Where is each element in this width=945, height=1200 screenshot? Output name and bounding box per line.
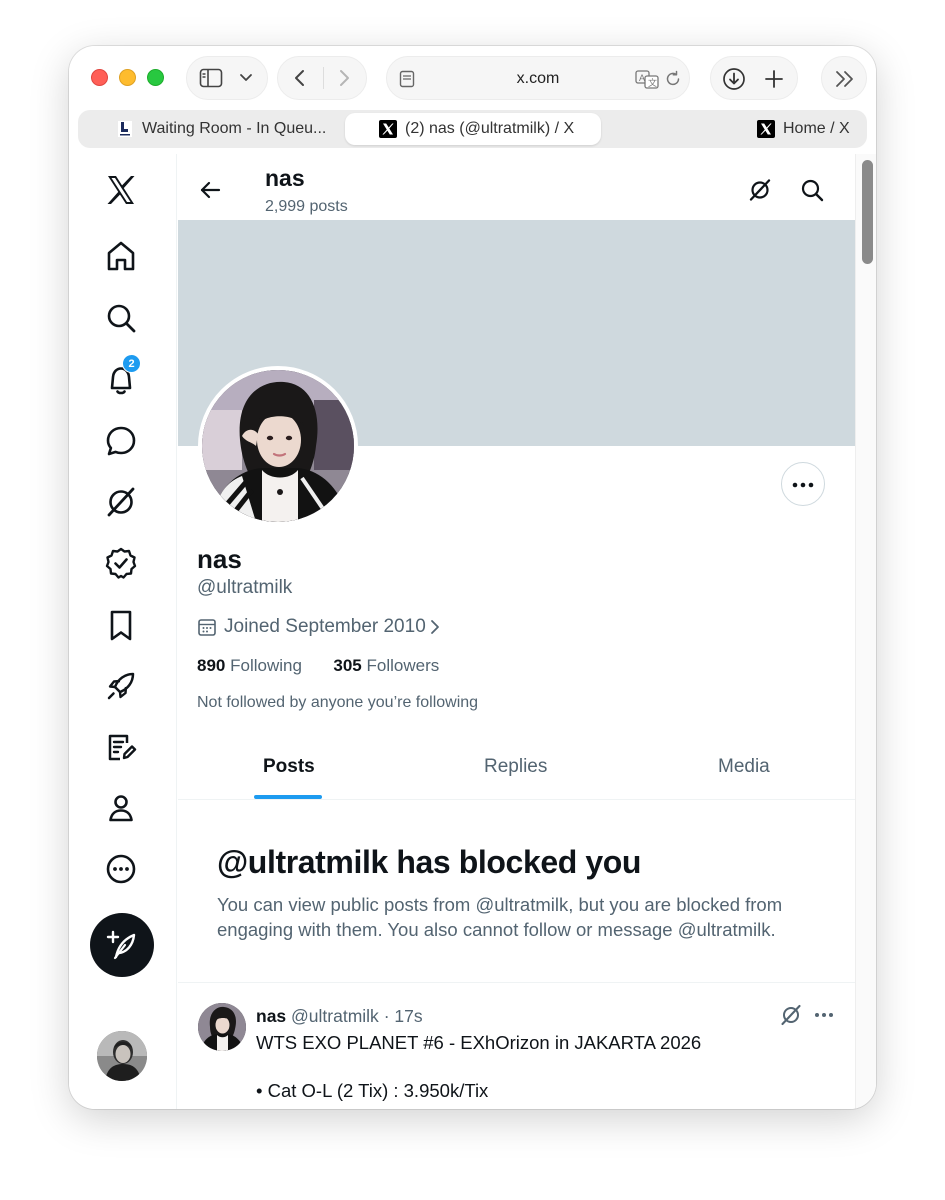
- rocket-icon[interactable]: [103, 668, 139, 704]
- tab-label: (2) nas (@ultratmilk) / X: [405, 120, 575, 137]
- account-avatar[interactable]: [97, 1031, 147, 1081]
- x-favicon-icon: [379, 120, 397, 138]
- section-divider: [178, 982, 855, 983]
- tweet-separator: ·: [383, 1006, 390, 1026]
- tab-replies[interactable]: Replies: [484, 756, 547, 778]
- address-bar[interactable]: x.com A 文: [386, 56, 690, 100]
- following-count: 890: [197, 656, 226, 675]
- translate-icon[interactable]: A 文: [635, 69, 659, 89]
- svg-text:文: 文: [648, 77, 657, 89]
- tweet-author-handle[interactable]: @ultratmilk: [291, 1006, 379, 1026]
- blocked-message: You can view public posts from @ultratmi…: [217, 894, 783, 940]
- profile-more-button[interactable]: [781, 462, 825, 506]
- tab-media[interactable]: Media: [718, 756, 770, 778]
- nav-divider: [323, 67, 324, 89]
- bookmarks-icon[interactable]: [103, 607, 139, 643]
- more-dots-icon: [792, 482, 814, 488]
- zoom-window-button[interactable]: [147, 69, 164, 86]
- tweet-avatar-image: [198, 1003, 246, 1051]
- more-dots-icon[interactable]: [812, 1003, 836, 1027]
- calendar-icon: [198, 619, 216, 636]
- blocked-title: @ultratmilk has blocked you: [217, 844, 642, 880]
- home-icon[interactable]: [103, 238, 139, 274]
- back-arrow-icon[interactable]: [198, 178, 222, 202]
- reload-icon[interactable]: [664, 70, 682, 88]
- scrollbar-thumb[interactable]: [862, 160, 873, 264]
- compose-post-button[interactable]: [90, 913, 154, 977]
- tweet-text-line: WTS EXO PLANET #6 - EXhOrizon in JAKARTA…: [256, 1032, 702, 1053]
- svg-text:A: A: [639, 73, 645, 83]
- minimize-window-button[interactable]: [119, 69, 136, 86]
- loket-favicon-icon: [118, 121, 132, 137]
- tweet-author-name[interactable]: nas: [256, 1006, 286, 1026]
- more-icon[interactable]: [103, 851, 139, 887]
- tweet-header: nas @ultratmilk · 17s: [256, 1006, 423, 1027]
- following-link[interactable]: 890 Following: [197, 656, 302, 675]
- close-window-button[interactable]: [91, 69, 108, 86]
- profile-icon[interactable]: [103, 790, 139, 826]
- tab-label: Home / X: [783, 120, 850, 137]
- messages-icon[interactable]: [103, 423, 139, 459]
- search-icon[interactable]: [799, 177, 825, 203]
- profile-tabs: Posts Replies Media: [178, 736, 855, 800]
- history-nav-group: [277, 56, 367, 100]
- grok-icon[interactable]: [779, 1003, 803, 1027]
- followers-link[interactable]: 305 Followers: [333, 656, 439, 675]
- x-favicon-icon: [757, 120, 775, 138]
- joined-date: Joined September 2010: [224, 616, 426, 637]
- browser-window: x.com A 文 Waiting Room - In Queu... (2) …: [69, 46, 876, 1109]
- followers-count: 305: [333, 656, 362, 675]
- left-nav: 2: [69, 154, 177, 1109]
- follow-stats: 890 Following 305 Followers: [197, 656, 439, 676]
- profile-name: nas: [197, 544, 242, 574]
- downloads-icon[interactable]: [722, 67, 746, 91]
- x-logo-icon[interactable]: [103, 172, 139, 208]
- tweet-time[interactable]: 17s: [394, 1006, 422, 1026]
- notifications-badge: 2: [122, 354, 141, 373]
- not-followed-note: Not followed by anyone you’re following: [197, 694, 479, 711]
- header-name: nas: [265, 165, 305, 191]
- sidebar-toggle-group: [186, 56, 268, 100]
- search-icon[interactable]: [103, 300, 139, 336]
- browser-toolbar: x.com A 文: [69, 46, 876, 112]
- grok-icon[interactable]: [103, 484, 139, 520]
- edit-note-icon[interactable]: [103, 729, 139, 765]
- following-label: Following: [230, 656, 302, 675]
- back-arrow-icon[interactable]: [292, 68, 308, 88]
- account-avatar-image: [97, 1031, 147, 1081]
- tab-label: Waiting Room - In Queu...: [142, 120, 327, 137]
- tweet-avatar[interactable]: [198, 1003, 246, 1051]
- active-tab-indicator: [254, 795, 322, 799]
- profile-handle: @ultratmilk: [197, 577, 293, 598]
- forward-arrow-icon[interactable]: [336, 68, 352, 88]
- double-chevron-right-icon[interactable]: [834, 69, 856, 89]
- grok-icon[interactable]: [747, 177, 773, 203]
- chevron-right-icon: [431, 620, 439, 634]
- tab-posts[interactable]: Posts: [263, 756, 315, 778]
- scrollbar[interactable]: [855, 154, 876, 1109]
- profile-avatar-image: [202, 370, 354, 522]
- profile-avatar[interactable]: [198, 366, 358, 526]
- tweet-text-line: • Cat O-L (2 Tix) : 3.950k/Tix: [256, 1080, 489, 1101]
- header-post-count: 2,999 posts: [265, 198, 348, 215]
- feather-plus-icon: [106, 930, 136, 960]
- toolbar-overflow-button[interactable]: [821, 56, 867, 100]
- sidebar-icon[interactable]: [199, 68, 223, 88]
- chevron-down-icon[interactable]: [239, 72, 253, 84]
- tab-bar: Waiting Room - In Queu... (2) nas (@ultr…: [78, 110, 867, 148]
- page-content: 2 nas 2,999 posts nas @ultratmilk Joined…: [69, 154, 876, 1109]
- tab-home[interactable]: Home / X: [605, 113, 861, 145]
- profile-column: nas 2,999 posts nas @ultratmilk Joined S…: [178, 154, 855, 1109]
- verified-icon[interactable]: [103, 545, 139, 581]
- downloads-newtab-group: [710, 56, 798, 100]
- tab-waiting-room[interactable]: Waiting Room - In Queu...: [84, 113, 342, 145]
- notifications-button[interactable]: 2: [103, 354, 141, 398]
- new-tab-icon[interactable]: [764, 69, 784, 89]
- tab-profile[interactable]: (2) nas (@ultratmilk) / X: [345, 113, 601, 145]
- followers-label: Followers: [366, 656, 440, 675]
